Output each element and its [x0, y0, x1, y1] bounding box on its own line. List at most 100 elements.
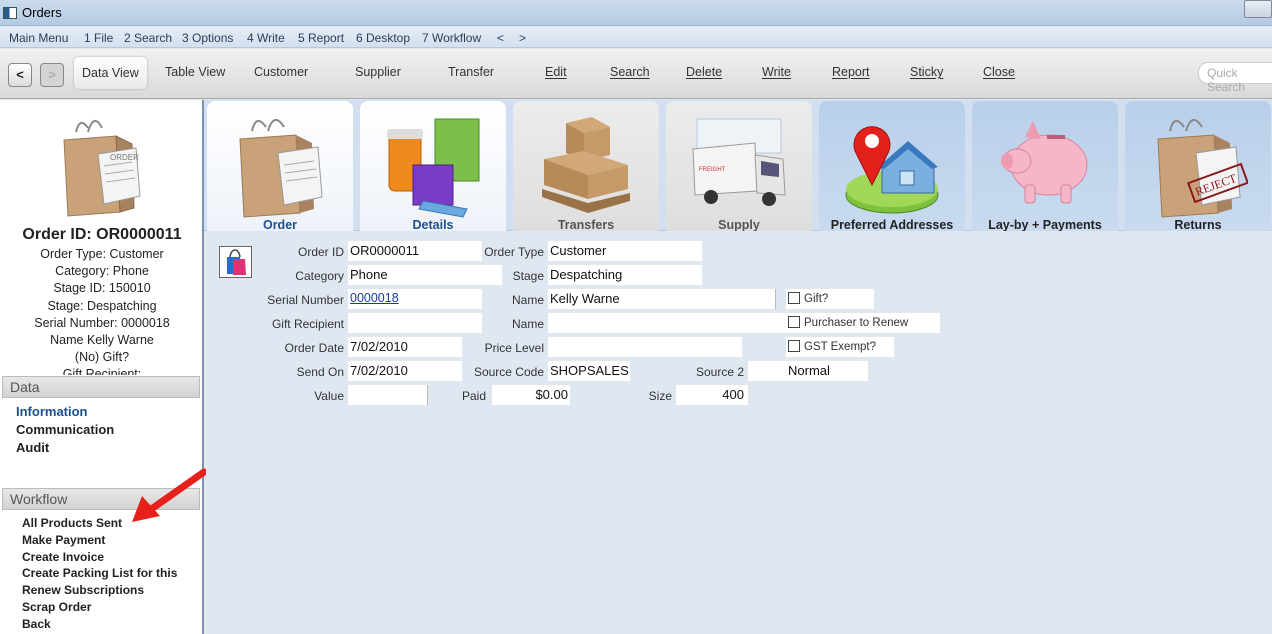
order-summary: Order Type: Customer Category: Phone Sta…: [0, 246, 204, 375]
source-code-label: Source Code: [473, 365, 544, 379]
tab-layby-payments-label: Lay-by + Payments: [988, 218, 1102, 232]
gift-checkbox-box[interactable]: [788, 292, 800, 304]
workflow-create-invoice[interactable]: Create Invoice: [22, 550, 104, 564]
size-field[interactable]: 400: [676, 385, 748, 405]
edit-button[interactable]: Edit: [545, 65, 567, 79]
workflow-renew-subscriptions[interactable]: Renew Subscriptions: [22, 583, 144, 597]
summary-stage: Stage: Despatching: [47, 298, 157, 313]
size-label: Size: [648, 389, 672, 403]
order-bag-tab-icon: [239, 119, 323, 218]
value-field[interactable]: [348, 385, 428, 405]
tab-transfers-label: Transfers: [557, 218, 615, 232]
order-date-field[interactable]: 7/02/2010: [348, 337, 462, 357]
stage-field[interactable]: Despatching: [548, 265, 702, 285]
customer-button[interactable]: Customer: [254, 65, 308, 79]
order-id-label: Order ID: [297, 245, 344, 259]
tab-returns-label: Returns: [1174, 218, 1222, 232]
summary-order-type: Order Type: Customer: [40, 247, 164, 261]
data-view-button[interactable]: Data View: [74, 57, 147, 89]
supplier-button[interactable]: Supplier: [355, 65, 401, 79]
svg-text:FREIGHT: FREIGHT: [699, 167, 726, 173]
name-field[interactable]: Kelly Warne: [548, 289, 776, 309]
workflow-scrap-order[interactable]: Scrap Order: [22, 600, 91, 614]
workflow-create-packing-list[interactable]: Create Packing List for this: [22, 566, 177, 580]
tab-supply[interactable]: FREIGHT Supply: [666, 101, 812, 232]
transfer-button[interactable]: Transfer: [448, 65, 494, 79]
workflow-back[interactable]: Back: [22, 617, 51, 631]
tab-strip: Order Details Transfers FREIGHT Supply P…: [204, 100, 1272, 232]
back-button[interactable]: <: [8, 63, 32, 87]
order-date-label: Order Date: [284, 341, 344, 355]
menu-write[interactable]: 4 Write: [247, 31, 285, 45]
tab-transfers[interactable]: Transfers: [513, 101, 659, 232]
gift-checkbox[interactable]: Gift?: [786, 289, 874, 309]
paid-field[interactable]: $0.00: [492, 385, 570, 405]
summary-name: Name Kelly Warne: [50, 333, 154, 348]
menu-report[interactable]: 5 Report: [298, 31, 344, 45]
products-icon: [387, 118, 480, 218]
tab-order[interactable]: Order: [207, 101, 353, 232]
tab-preferred-addresses[interactable]: Preferred Addresses: [819, 101, 965, 232]
left-panel: ORDER Order ID: OR0000011 Order Type: Cu…: [0, 100, 208, 634]
name-label: Name: [511, 293, 544, 307]
stage-label: Stage: [512, 269, 544, 283]
title-bar: Orders: [0, 0, 1272, 26]
table-view-button[interactable]: Table View: [165, 65, 225, 79]
window-control-button[interactable]: [1244, 0, 1272, 18]
order-type-field[interactable]: Customer: [548, 241, 702, 261]
gst-exempt-checkbox[interactable]: GST Exempt?: [786, 337, 894, 357]
sticky-button[interactable]: Sticky: [910, 65, 943, 79]
value-label: Value: [314, 389, 344, 403]
tab-preferred-addresses-label: Preferred Addresses: [830, 218, 954, 232]
menu-main[interactable]: Main Menu: [9, 31, 68, 45]
search-button[interactable]: Search: [610, 65, 650, 79]
summary-gift-recipient: Gift Recipient:: [62, 367, 142, 375]
serial-number-label: Serial Number: [267, 293, 344, 307]
report-button[interactable]: Report: [832, 65, 870, 79]
purchaser-renew-checkbox[interactable]: Purchaser to Renew: [786, 313, 940, 333]
source2-label: Source 2: [695, 365, 744, 379]
purchaser-renew-label: Purchaser to Renew: [804, 317, 909, 329]
menu-search[interactable]: 2 Search: [124, 31, 172, 45]
send-on-field[interactable]: 7/02/2010: [348, 361, 462, 381]
order-type-label: Order Type: [484, 245, 544, 259]
price-level-field[interactable]: [548, 337, 742, 357]
data-item-information[interactable]: Information: [16, 404, 88, 419]
menu-desktop[interactable]: 6 Desktop: [356, 31, 410, 45]
workflow-make-payment[interactable]: Make Payment: [22, 533, 105, 547]
red-arrow-icon: [132, 468, 208, 522]
gst-exempt-checkbox-box[interactable]: [788, 340, 800, 352]
source2-field[interactable]: Normal: [748, 361, 868, 381]
source-code-field[interactable]: SHOPSALES: [548, 361, 630, 381]
workflow-all-products-sent[interactable]: All Products Sent: [22, 516, 122, 530]
window-title: Orders: [22, 5, 62, 20]
menu-next[interactable]: >: [519, 31, 526, 45]
menu-workflow[interactable]: 7 Workflow: [422, 31, 481, 45]
quick-search-input[interactable]: Quick Search: [1198, 62, 1272, 94]
menu-file[interactable]: 1 File: [84, 31, 113, 45]
gift-recipient-label: Gift Recipient: [271, 317, 344, 331]
tab-layby-payments[interactable]: Lay-by + Payments: [972, 101, 1118, 232]
delete-button[interactable]: Delete: [686, 65, 722, 79]
data-item-communication[interactable]: Communication: [16, 422, 114, 437]
forward-button[interactable]: >: [40, 63, 64, 87]
purchaser-renew-checkbox-box[interactable]: [788, 316, 800, 328]
order-bag-icon: ORDER: [63, 120, 141, 217]
map-pin-house-icon: [845, 126, 939, 214]
name2-field[interactable]: [548, 313, 786, 333]
close-button[interactable]: Close: [983, 65, 1015, 79]
menu-options[interactable]: 3 Options: [182, 31, 233, 45]
write-button[interactable]: Write: [762, 65, 791, 79]
send-on-label: Send On: [296, 365, 344, 379]
piggy-bank-icon: [1001, 121, 1088, 204]
pallet-boxes-icon: [542, 117, 630, 213]
tab-returns[interactable]: REJECT Returns: [1125, 101, 1271, 232]
summary-serial-number: Serial Number: 0000018: [34, 315, 170, 330]
tab-details[interactable]: Details: [360, 101, 506, 232]
reject-bag-icon: REJECT: [1157, 119, 1248, 218]
svg-text:ORDER: ORDER: [110, 153, 139, 162]
summary-gift: (No) Gift?: [74, 350, 130, 365]
tab-details-label: Details: [412, 218, 454, 232]
menu-prev[interactable]: <: [497, 31, 504, 45]
data-item-audit[interactable]: Audit: [16, 440, 49, 455]
